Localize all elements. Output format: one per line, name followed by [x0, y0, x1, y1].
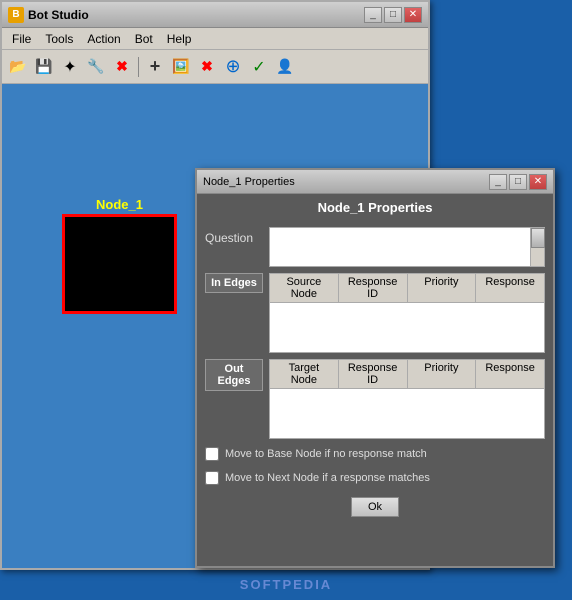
checkbox-row-2: Move to Next Node if a response matches — [205, 469, 545, 487]
checkbox-row-1: Move to Base Node if no response match — [205, 445, 545, 463]
dialog-close-button[interactable]: ✕ — [529, 174, 547, 190]
dialog-minimize-button[interactable]: _ — [489, 174, 507, 190]
in-edges-button: In Edges — [205, 273, 263, 293]
question-label: Question — [205, 227, 263, 245]
out-edges-col-response: Response — [476, 360, 544, 388]
add-button[interactable]: + — [143, 55, 167, 79]
add-circle-button[interactable]: ⊕ — [221, 55, 245, 79]
out-edges-header: Target Node Response ID Priority Respons… — [270, 360, 544, 389]
tool5-button[interactable]: ✖ — [110, 55, 134, 79]
checkbox-next-node[interactable] — [205, 471, 219, 485]
close-button[interactable]: ✕ — [404, 7, 422, 23]
question-textarea[interactable] — [272, 230, 542, 264]
out-edges-table: Target Node Response ID Priority Respons… — [269, 359, 545, 439]
open-button[interactable]: 📂 — [6, 55, 30, 79]
ok-button[interactable]: Ok — [351, 497, 399, 517]
question-row: Question — [205, 227, 545, 267]
out-edges-button: Out Edges — [205, 359, 263, 391]
dialog-footer: Ok — [205, 493, 545, 521]
dialog-maximize-button[interactable]: □ — [509, 174, 527, 190]
dialog-heading: Node_1 Properties — [197, 194, 553, 221]
dialog-title-controls: _ □ ✕ — [489, 174, 547, 190]
node-label: Node_1 — [96, 197, 143, 212]
menu-file[interactable]: File — [6, 30, 37, 48]
main-title-bar: B Bot Studio _ □ ✕ — [2, 2, 428, 28]
in-edges-col-response-id: Response ID — [339, 274, 408, 302]
save-button[interactable]: 💾 — [32, 55, 56, 79]
app-icon: B — [8, 7, 24, 23]
toolbar-separator — [138, 57, 139, 77]
question-input-wrapper — [269, 227, 545, 267]
out-edges-row: Out Edges Target Node Response ID Priori… — [205, 359, 545, 439]
node-box[interactable]: Node_1 — [62, 214, 177, 314]
in-edges-body — [270, 303, 544, 353]
menu-tools[interactable]: Tools — [39, 30, 79, 48]
tool3-button[interactable]: ✦ — [58, 55, 82, 79]
in-edges-table: Source Node Response ID Priority Respons… — [269, 273, 545, 353]
main-title-controls: _ □ ✕ — [364, 7, 422, 23]
check-button[interactable]: ✓ — [247, 55, 271, 79]
in-edges-header: Source Node Response ID Priority Respons… — [270, 274, 544, 303]
question-scrollbar[interactable] — [530, 228, 544, 266]
main-window-title: Bot Studio — [28, 8, 360, 22]
image-button[interactable]: 🖼️ — [169, 55, 193, 79]
menu-help[interactable]: Help — [161, 30, 198, 48]
in-edges-col-priority: Priority — [408, 274, 477, 302]
question-scrollbar-thumb[interactable] — [531, 228, 545, 248]
in-edges-col-source: Source Node — [270, 274, 339, 302]
dialog-body: Question In Edges Source Node Response I… — [197, 221, 553, 527]
menu-bot[interactable]: Bot — [129, 30, 159, 48]
checkbox-base-node-label: Move to Base Node if no response match — [225, 448, 427, 460]
dialog-title: Node_1 Properties — [203, 176, 485, 188]
menu-bar: File Tools Action Bot Help — [2, 28, 428, 50]
user-button[interactable]: 👤 — [273, 55, 297, 79]
out-edges-col-priority: Priority — [408, 360, 477, 388]
checkbox-base-node[interactable] — [205, 447, 219, 461]
properties-dialog: Node_1 Properties _ □ ✕ Node_1 Propertie… — [195, 168, 555, 568]
minimize-button[interactable]: _ — [364, 7, 382, 23]
maximize-button[interactable]: □ — [384, 7, 402, 23]
checkbox-next-node-label: Move to Next Node if a response matches — [225, 472, 430, 484]
delete-button[interactable]: ✖ — [195, 55, 219, 79]
in-edges-row: In Edges Source Node Response ID Priorit… — [205, 273, 545, 353]
dialog-title-bar: Node_1 Properties _ □ ✕ — [197, 170, 553, 194]
out-edges-body — [270, 389, 544, 439]
tool4-button[interactable]: 🔧 — [84, 55, 108, 79]
menu-action[interactable]: Action — [81, 30, 126, 48]
in-edges-col-response: Response — [476, 274, 544, 302]
toolbar: 📂 💾 ✦ 🔧 ✖ + 🖼️ ✖ ⊕ ✓ 👤 — [2, 50, 428, 84]
out-edges-col-target: Target Node — [270, 360, 339, 388]
out-edges-col-response-id: Response ID — [339, 360, 408, 388]
watermark: SOFTPEDIA — [240, 577, 332, 592]
